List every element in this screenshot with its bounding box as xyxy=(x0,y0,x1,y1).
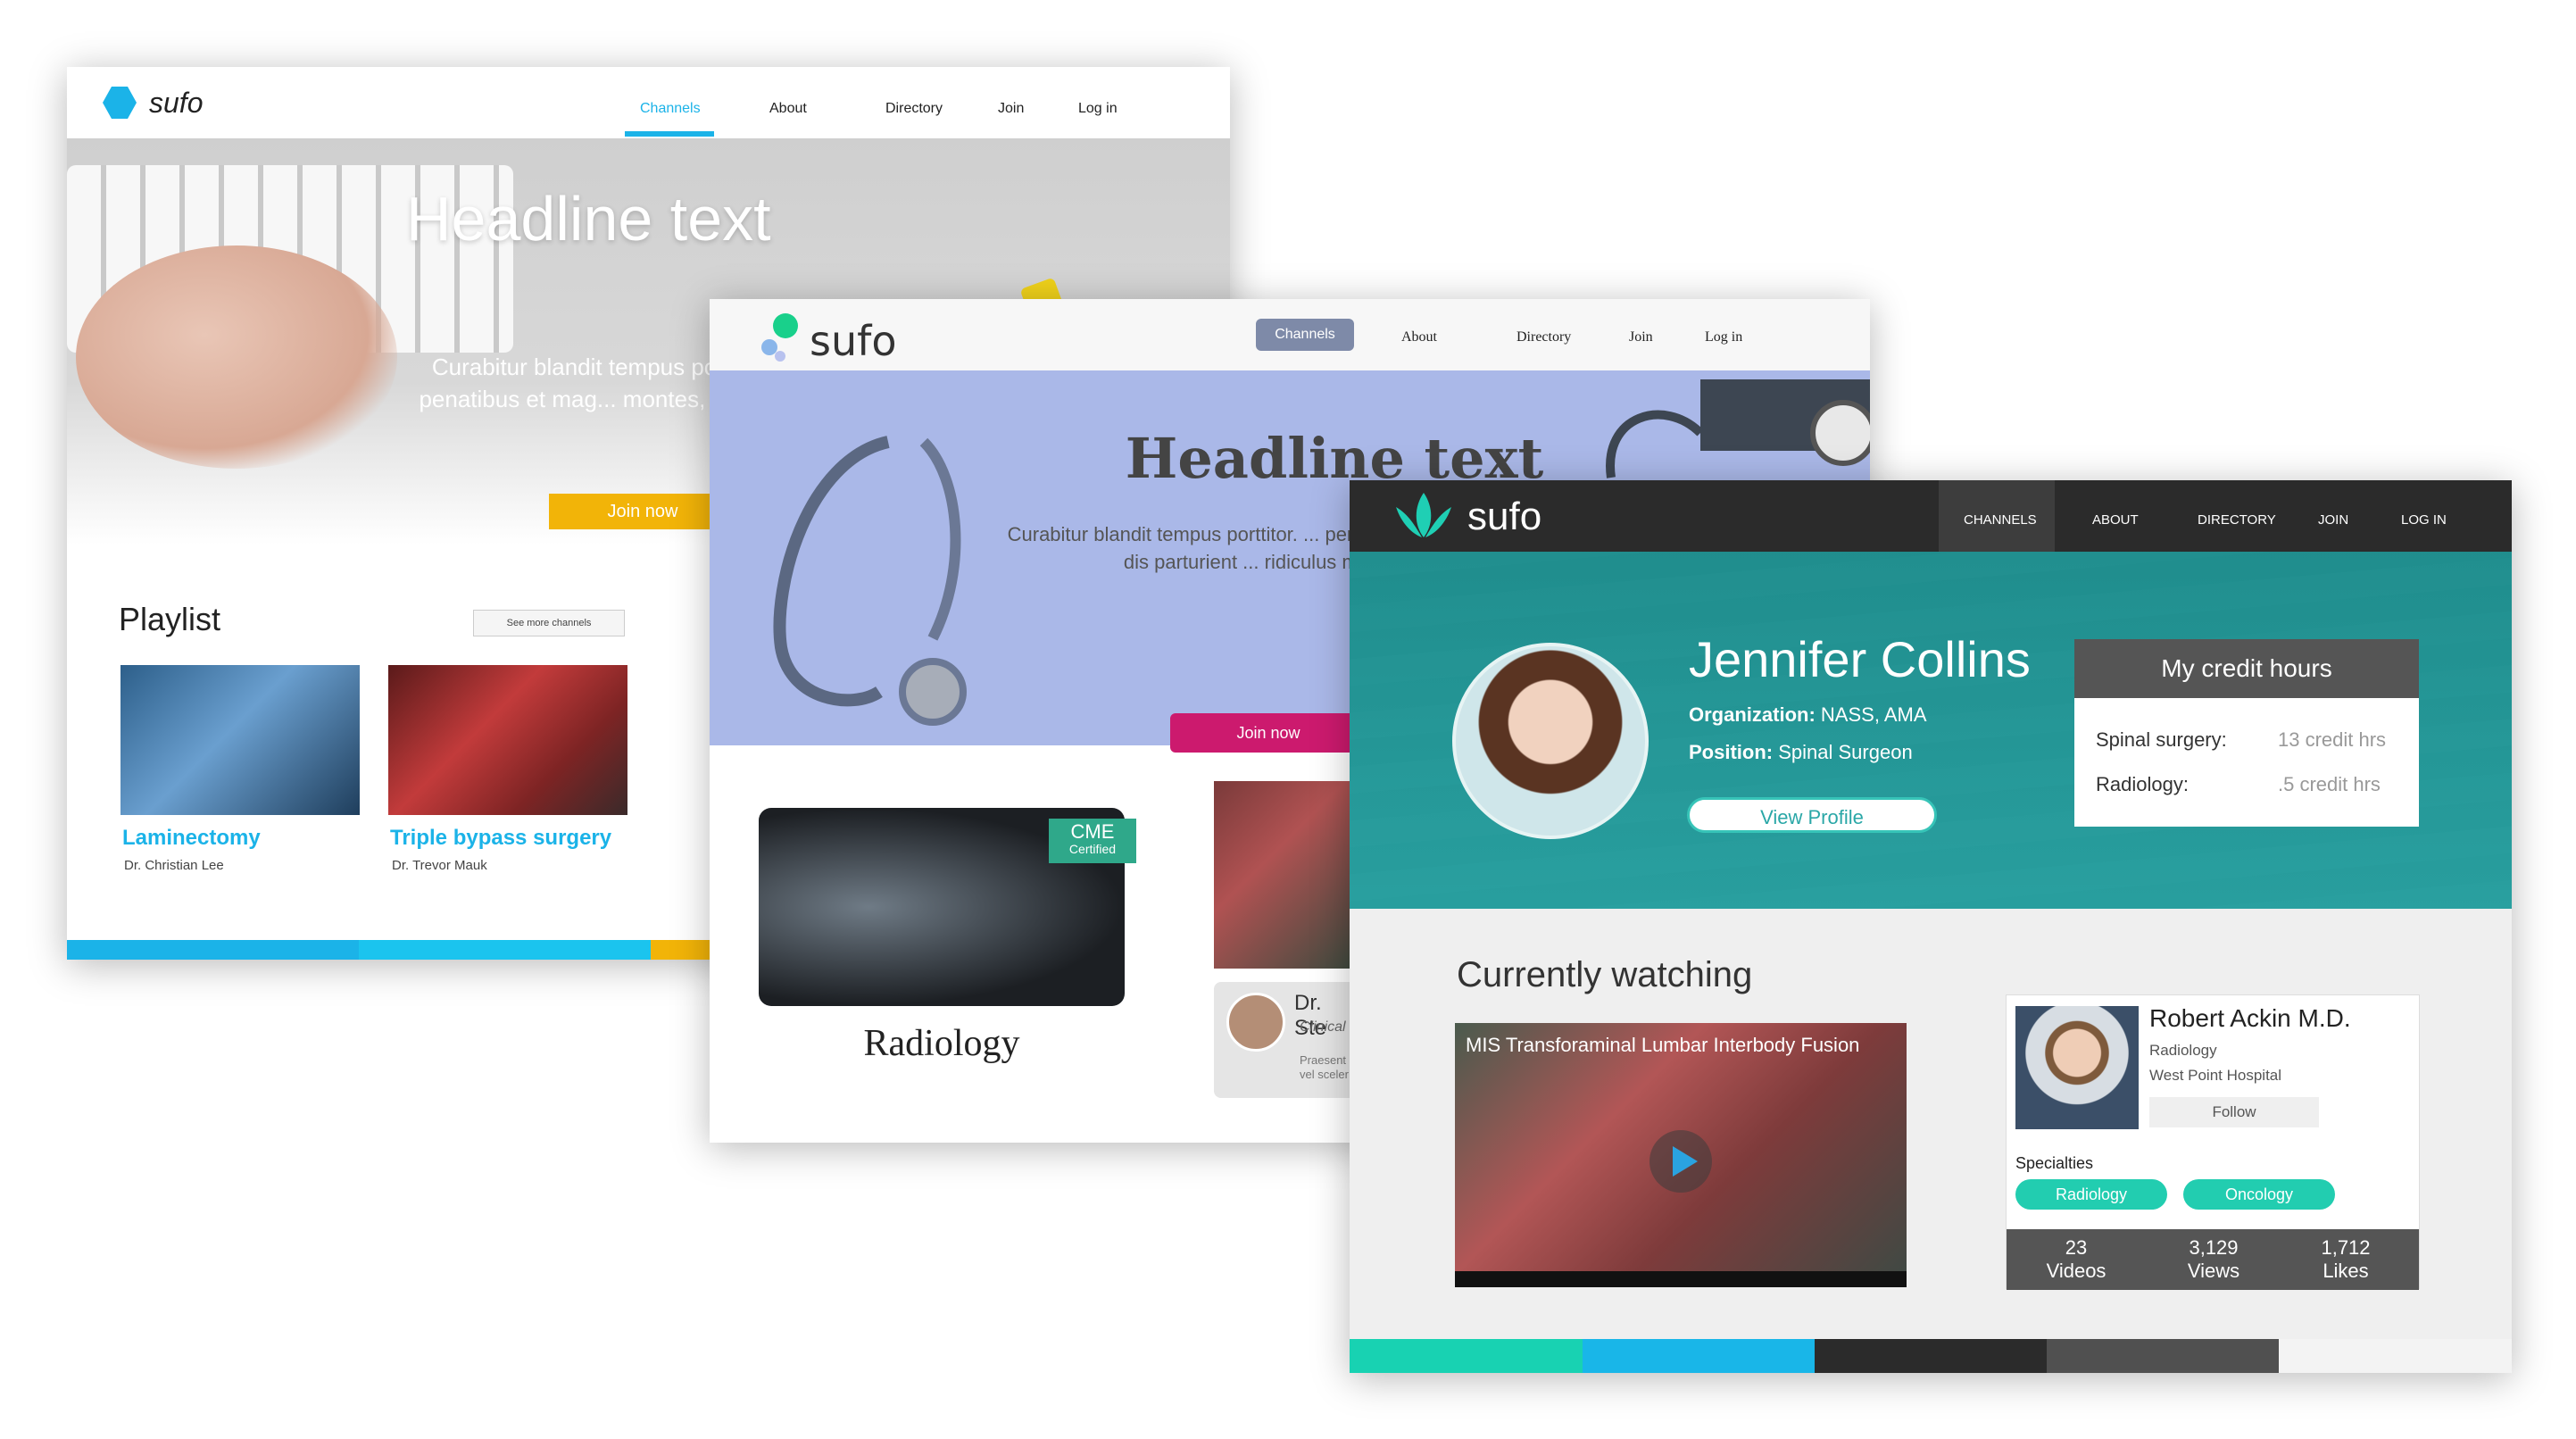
doctor-hospital: West Point Hospital xyxy=(2149,1067,2282,1084)
follow-button[interactable]: Follow xyxy=(2149,1097,2319,1127)
footer-color-bar-3 xyxy=(1815,1339,2047,1373)
video-title-1[interactable]: Laminectomy xyxy=(122,826,261,851)
nav-about[interactable]: About xyxy=(1401,329,1437,345)
specialties-label: Specialties xyxy=(2015,1154,2094,1172)
stat-number: 3,129 xyxy=(2189,1236,2239,1259)
top-nav: sufo Channels About Directory Join Log i… xyxy=(710,299,1870,371)
nav-directory[interactable]: Directory xyxy=(1517,329,1571,345)
footer-color-bar-1 xyxy=(1350,1339,1583,1373)
doctor-name[interactable]: Robert Ackin M.D. xyxy=(2149,1004,2351,1033)
footer-color-bar-2 xyxy=(359,940,651,960)
join-now-button[interactable]: Join now xyxy=(549,494,736,529)
org-value: NASS, AMA xyxy=(1820,703,1927,726)
top-nav: sufo Channels About Directory Join Log i… xyxy=(67,67,1230,138)
video-author-2: Dr. Trevor Mauk xyxy=(392,858,487,873)
doctor-card[interactable]: Dr. Ste Clinical Praesent vel sceler xyxy=(1214,982,1357,1098)
hand-image xyxy=(76,245,397,469)
position-label: Position: xyxy=(1689,741,1774,763)
org-label: Organization: xyxy=(1689,703,1816,726)
see-more-channels-button[interactable]: See more channels xyxy=(473,610,625,636)
nav-login[interactable]: Log in xyxy=(1705,329,1742,345)
logo-text[interactable]: sufo xyxy=(149,87,203,120)
stat-number: 23 xyxy=(2065,1236,2088,1259)
nav-channels[interactable]: CHANNELS xyxy=(1964,512,2037,528)
footer-color-bar-4 xyxy=(2047,1339,2279,1373)
credit-hours-title: My credit hours xyxy=(2074,639,2419,698)
logo-text[interactable]: sufo xyxy=(1467,495,1541,539)
view-profile-button[interactable]: View Profile xyxy=(1687,797,1937,833)
video-author-1: Dr. Christian Lee xyxy=(124,858,224,873)
footer-color-bar-5 xyxy=(2279,1339,2512,1373)
footer-color-bar-1 xyxy=(67,940,359,960)
play-icon xyxy=(1673,1146,1698,1177)
nav-login[interactable]: Log in xyxy=(1078,101,1118,117)
specialty-tag-radiology[interactable]: Radiology xyxy=(2015,1179,2167,1210)
footer-color-bar-2 xyxy=(1583,1339,1815,1373)
join-now-button[interactable]: Join now xyxy=(1170,713,1367,753)
nav-directory[interactable]: Directory xyxy=(885,101,943,117)
nav-join[interactable]: Join xyxy=(998,101,1024,117)
nav-directory[interactable]: DIRECTORY xyxy=(2198,512,2276,528)
dots-logo-icon xyxy=(761,313,798,362)
position-value: Spinal Surgeon xyxy=(1778,741,1913,763)
avatar xyxy=(1226,993,1285,1052)
stat-videos: 23 Videos xyxy=(2014,1236,2139,1283)
play-button[interactable] xyxy=(1649,1130,1712,1193)
doctor-avatar xyxy=(2015,1006,2139,1129)
video-title-2[interactable]: Triple bypass surgery xyxy=(390,826,611,851)
credit-row-value: 13 credit hrs xyxy=(2278,728,2387,751)
credit-hours-panel: My credit hours Spinal surgery: 13 credi… xyxy=(2074,639,2419,827)
nav-login[interactable]: LOG IN xyxy=(2401,512,2447,528)
logo-text[interactable]: sufo xyxy=(810,317,896,365)
credit-row-label: Radiology: xyxy=(2096,773,2189,795)
nav-about[interactable]: About xyxy=(769,101,807,117)
credit-row-label: Spinal surgery: xyxy=(2096,728,2227,751)
lotus-logo-icon xyxy=(1396,493,1451,537)
mockup-window-3: sufo CHANNELS ABOUT DIRECTORY JOIN LOG I… xyxy=(1350,480,2512,1373)
profile-position: Position: Spinal Surgeon xyxy=(1689,741,1913,764)
stethoscope-image xyxy=(773,436,967,726)
currently-watching-title: Currently watching xyxy=(1457,955,1753,994)
doctor-role: Clinical xyxy=(1300,1019,1346,1035)
nav-join[interactable]: JOIN xyxy=(2318,512,2348,528)
doctor-department: Radiology xyxy=(2149,1042,2217,1059)
hero-headline: Headline text xyxy=(406,184,771,254)
video-controls[interactable] xyxy=(1455,1271,1907,1287)
video-player[interactable]: MIS Transforaminal Lumbar Interbody Fusi… xyxy=(1455,1023,1907,1287)
stat-number: 1,712 xyxy=(2321,1236,2371,1259)
playlist-title: Playlist xyxy=(119,601,221,637)
nav-join[interactable]: Join xyxy=(1629,329,1653,345)
profile-organization: Organization: NASS, AMA xyxy=(1689,703,1927,727)
stat-label: Videos xyxy=(2046,1260,2107,1282)
video-thumbnail-bypass[interactable] xyxy=(388,665,627,815)
nav-channels[interactable]: Channels xyxy=(640,101,701,117)
blood-pressure-cuff-image xyxy=(1606,379,1870,478)
stat-views: 3,129 Views xyxy=(2151,1236,2276,1283)
video-title: MIS Transforaminal Lumbar Interbody Fusi… xyxy=(1466,1034,1860,1056)
video-thumbnail[interactable] xyxy=(1214,781,1357,969)
hexagon-logo-icon xyxy=(103,87,137,119)
nav-active-underline xyxy=(625,131,714,137)
profile-avatar xyxy=(1452,643,1649,839)
doctor-stats: 23 Videos 3,129 Views 1,712 Likes xyxy=(2007,1229,2419,1290)
specialty-tag-oncology[interactable]: Oncology xyxy=(2183,1179,2335,1210)
cme-label: CME xyxy=(1070,820,1115,843)
video-thumbnail-laminectomy[interactable] xyxy=(120,665,360,815)
nav-channels[interactable]: Channels xyxy=(1256,319,1354,351)
credit-row-value: .5 credit hrs xyxy=(2278,773,2381,795)
nav-about[interactable]: ABOUT xyxy=(2092,512,2139,528)
doctor-profile-card: Robert Ackin M.D. Radiology West Point H… xyxy=(2006,994,2420,1290)
cme-certified-badge: CME Certified xyxy=(1049,819,1136,863)
stat-likes: 1,712 Likes xyxy=(2283,1236,2408,1283)
stat-label: Views xyxy=(2187,1260,2240,1282)
stat-label: Likes xyxy=(2323,1260,2369,1282)
certified-label: Certified xyxy=(1068,842,1117,856)
category-title[interactable]: Radiology xyxy=(759,1022,1125,1065)
top-nav: sufo CHANNELS ABOUT DIRECTORY JOIN LOG I… xyxy=(1350,480,2512,552)
profile-name: Jennifer Collins xyxy=(1689,631,2031,687)
